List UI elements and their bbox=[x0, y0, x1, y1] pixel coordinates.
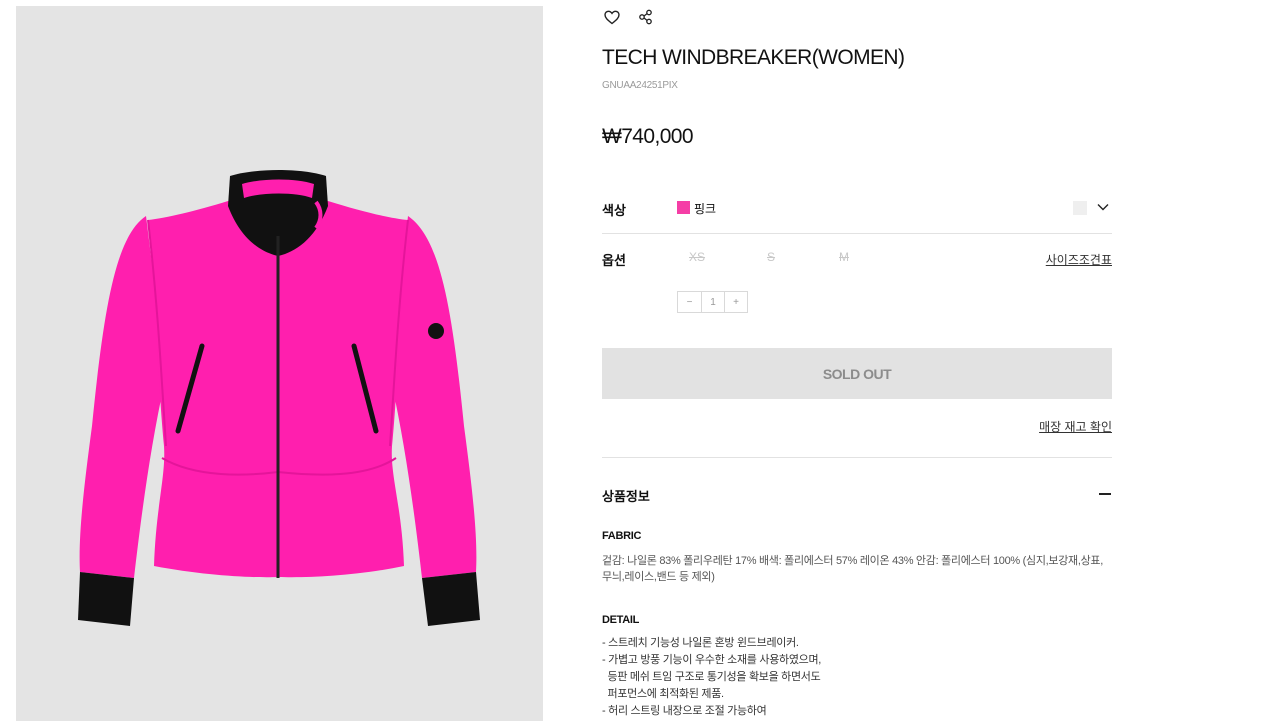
product-title: TECH WINDBREAKER(WOMEN) bbox=[602, 46, 905, 69]
detail-line: - 허리 스트링 내장으로 조절 가능하여 bbox=[602, 705, 767, 717]
share-icon[interactable] bbox=[636, 7, 656, 27]
divider bbox=[602, 233, 1112, 234]
divider bbox=[602, 457, 1112, 458]
sold-out-button[interactable]: SOLD OUT bbox=[602, 348, 1112, 399]
quantity-stepper: − 1 + bbox=[677, 291, 748, 313]
quantity-minus-button[interactable]: − bbox=[678, 292, 701, 312]
detail-heading: DETAIL bbox=[602, 614, 640, 626]
fabric-text: 겉감: 나일론 83% 폴리우레탄 17% 배색: 폴리에스터 57% 레이온 … bbox=[602, 555, 1104, 583]
fabric-heading: FABRIC bbox=[602, 530, 642, 542]
quantity-value[interactable]: 1 bbox=[701, 292, 724, 312]
minus-icon[interactable] bbox=[1098, 484, 1112, 502]
color-name: 핑크 bbox=[694, 202, 717, 216]
size-chart-link[interactable]: 사이즈조견표 bbox=[1046, 251, 1112, 268]
product-image[interactable] bbox=[16, 6, 543, 721]
color-label: 색상 bbox=[602, 203, 626, 218]
quantity-plus-button[interactable]: + bbox=[724, 292, 747, 312]
size-option-s[interactable]: S bbox=[767, 250, 775, 264]
size-option-xs[interactable]: XS bbox=[689, 250, 705, 264]
product-price: ₩740,000 bbox=[602, 125, 694, 148]
color-option-box[interactable] bbox=[1073, 201, 1087, 215]
store-stock-link[interactable]: 매장 재고 확인 bbox=[1039, 418, 1112, 435]
size-option-m[interactable]: M bbox=[839, 250, 849, 264]
chevron-down-icon[interactable] bbox=[1096, 200, 1110, 214]
option-label: 옵션 bbox=[602, 253, 626, 268]
product-info-title: 상품정보 bbox=[602, 489, 650, 504]
detail-line: - 가볍고 방풍 기능이 우수한 소재를 사용하였으며, bbox=[602, 654, 822, 666]
jacket-illustration bbox=[78, 170, 480, 626]
heart-icon[interactable] bbox=[602, 7, 622, 27]
detail-line: 등판 메쉬 트임 구조로 통기성을 확보을 하면서도 bbox=[602, 671, 821, 683]
detail-line: 퍼포먼스에 최적화된 제품. bbox=[602, 688, 725, 700]
detail-list: - 스트레치 기능성 나일론 혼방 윈드브레이커. - 가볍고 방풍 기능이 우… bbox=[602, 635, 1112, 720]
product-code: GNUAA24251PIX bbox=[602, 80, 678, 91]
action-icons bbox=[602, 7, 656, 27]
color-swatch-pink[interactable] bbox=[677, 201, 690, 214]
detail-line: - 스트레치 기능성 나일론 혼방 윈드브레이커. bbox=[602, 637, 799, 649]
